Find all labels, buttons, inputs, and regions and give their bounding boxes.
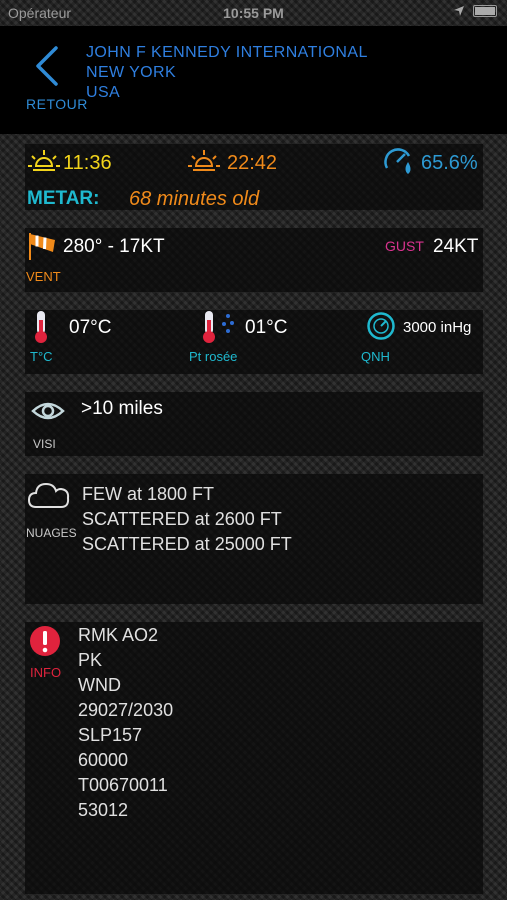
airport-city: NEW YORK (86, 64, 177, 81)
sun-metar-panel: 11:36 22:42 65.6% METAR: 68 minutes old (25, 144, 483, 210)
remark-line: 53012 (78, 800, 129, 820)
cloud-layer: FEW at 1800 FT (82, 484, 215, 504)
gust-value: 24KT (433, 236, 479, 257)
temperature-value: 07°C (69, 317, 112, 338)
airport-name: JOHN F KENNEDY INTERNATIONAL (86, 44, 368, 61)
airport-country: USA (86, 84, 121, 101)
status-icons (453, 5, 497, 17)
pressure-gauge-icon (367, 312, 395, 340)
info-label: INFO (30, 665, 62, 680)
humidity-gauge-icon (384, 148, 411, 174)
pressure-label: QNH (361, 349, 390, 364)
cloud-layer: SCATTERED at 2600 FT (82, 509, 282, 529)
visibility-label: VISI (33, 437, 56, 451)
status-bar: Opérateur 10:55 PM (0, 0, 507, 26)
back-button[interactable]: RETOUR (26, 96, 88, 112)
battery-icon (473, 5, 497, 17)
cloud-icon (27, 482, 70, 508)
dewpoint-label: Pt rosée (189, 349, 238, 364)
temperature-label: T°C (30, 349, 53, 364)
visibility-panel: >10 miles VISI (25, 392, 483, 456)
pressure-value: 3000 inHg (403, 319, 472, 336)
remark-line: PK (78, 650, 103, 670)
cloud-layer: SCATTERED at 25000 FT (82, 534, 292, 554)
thermometer-icon (35, 311, 47, 343)
wind-label: VENT (26, 269, 61, 284)
remark-line: WND (78, 675, 121, 695)
eye-icon (31, 402, 65, 420)
alert-circle-icon (30, 626, 60, 656)
clock: 10:55 PM (223, 5, 284, 21)
remarks-list: RMK AO2 PK WND 29027/2030 SLP157 60000 T… (78, 623, 173, 823)
clouds-label: NUAGES (26, 526, 77, 540)
visibility-value: >10 miles (81, 398, 163, 419)
remark-line: 29027/2030 (78, 700, 174, 720)
metar-label: METAR: (27, 188, 100, 209)
gust-label: GUST (385, 238, 424, 254)
remark-line: SLP157 (78, 725, 143, 745)
temperature-panel: 07°C T°C 01°C Pt rosée 3000 inHg QNH (25, 310, 483, 374)
clouds-panel: NUAGES FEW at 1800 FT SCATTERED at 2600 … (25, 474, 483, 604)
airport-title: JOHN F KENNEDY INTERNATIONAL NEW YORK US… (86, 43, 368, 103)
dewpoint-value: 01°C (245, 317, 288, 338)
remark-line: T00670011 (78, 775, 168, 795)
metar-age: 68 minutes old (129, 188, 260, 210)
info-panel: INFO RMK AO2 PK WND 29027/2030 SLP157 60… (25, 622, 483, 894)
sunrise-icon (28, 150, 60, 171)
cloud-layers-list: FEW at 1800 FT SCATTERED at 2600 FT SCAT… (82, 482, 292, 557)
remark-line: RMK AO2 (78, 625, 159, 645)
wind-value: 280° - 17KT (63, 236, 165, 257)
humidity-value: 65.6% (421, 152, 478, 174)
remark-line: 60000 (78, 750, 129, 770)
wind-panel: 280° - 17KT VENT GUST 24KT (25, 228, 483, 292)
sunrise-time: 11:36 (63, 152, 112, 174)
sunset-time: 22:42 (227, 152, 278, 174)
sunset-icon (188, 150, 220, 171)
chevron-left-icon[interactable] (32, 46, 62, 86)
dewpoint-icon (203, 311, 234, 343)
header-bar: RETOUR JOHN F KENNEDY INTERNATIONAL NEW … (0, 26, 507, 134)
location-arrow-icon (454, 6, 464, 16)
windsock-icon (29, 233, 55, 260)
